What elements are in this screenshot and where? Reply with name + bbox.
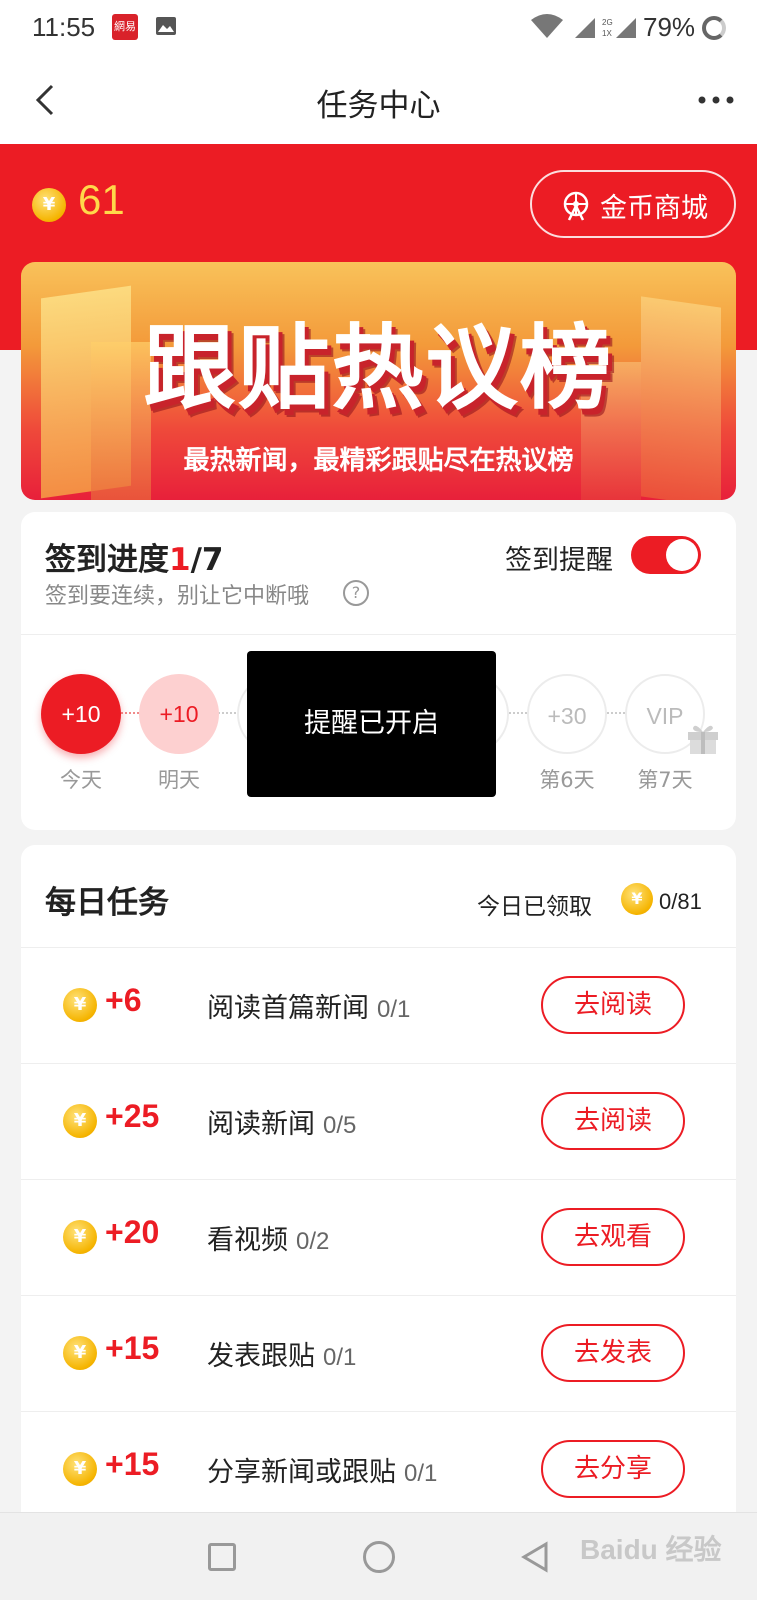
task-name: 阅读首篇新闻 0/1 — [207, 986, 410, 1025]
battery-icon — [702, 16, 726, 40]
daily-tasks-card: 每日任务 今日已领取 ¥ 0/81 ¥ +6 阅读首篇新闻 0/1 去阅读 ¥ +… — [21, 845, 736, 1545]
signin-progress-title: 签到进度1/7 — [45, 534, 223, 579]
progress-connector — [509, 712, 527, 714]
battery-percent: 79% — [643, 12, 696, 42]
banner-subtitle: 最热新闻，最精彩跟贴尽在热议榜 — [183, 446, 574, 476]
svg-text:2G: 2G — [602, 18, 613, 27]
coin-icon: ¥ — [63, 1104, 97, 1138]
status-time: 11:55 — [32, 12, 96, 42]
recent-apps-icon[interactable] — [208, 1543, 236, 1571]
signal-2g-icon: 2G1X — [602, 18, 636, 38]
progress-connector — [218, 712, 236, 714]
progress-connector — [607, 712, 625, 714]
coin-balance: 61 — [78, 176, 125, 223]
day-label: 第7天 — [637, 768, 693, 792]
task-progress: 0/2 — [296, 1228, 330, 1255]
task-row: ¥ +20 看视频 0/2 去观看 — [21, 1179, 736, 1295]
task-progress: 0/1 — [404, 1460, 438, 1487]
post-comment-button[interactable]: 去发表 — [541, 1324, 685, 1382]
received-today-label: 今日已领取 — [477, 894, 592, 920]
daily-tasks-title: 每日任务 — [45, 885, 169, 921]
task-reward: +15 — [105, 1330, 160, 1366]
task-row: ¥ +25 阅读新闻 0/5 去阅读 — [21, 1063, 736, 1179]
task-name-text: 看视频 — [207, 1225, 288, 1256]
nav-bar: 任务中心 — [0, 56, 757, 144]
share-button[interactable]: 去分享 — [541, 1440, 685, 1498]
task-row: ¥ +6 阅读首篇新闻 0/1 去阅读 — [21, 947, 736, 1063]
more-options-icon[interactable] — [696, 94, 736, 106]
hot-comments-banner[interactable]: 跟贴热议榜 最热新闻，最精彩跟贴尽在热议榜 — [21, 262, 736, 500]
task-name-text: 发表跟贴 — [207, 1341, 315, 1372]
read-first-news-button[interactable]: 去阅读 — [541, 976, 685, 1034]
wifi-icon — [531, 14, 563, 38]
image-notification-icon — [156, 17, 176, 35]
day-reward: +10 — [41, 674, 121, 754]
task-row: ¥ +15 分享新闻或跟贴 0/1 去分享 — [21, 1411, 736, 1527]
task-row: ¥ +15 发表跟贴 0/1 去发表 — [21, 1295, 736, 1411]
signin-title-label: 签到进度 — [45, 542, 169, 578]
coin-icon: ¥ — [621, 883, 653, 915]
day-reward: +10 — [139, 674, 219, 754]
day-label: 第6天 — [539, 768, 595, 792]
netease-app-icon: 網易 — [112, 14, 138, 40]
coin-mall-button[interactable]: 金币商城 — [530, 170, 736, 238]
coin-icon: ¥ — [63, 1336, 97, 1370]
toggle-knob — [666, 539, 698, 571]
baidu-watermark: Baidu 经验 — [580, 1534, 722, 1565]
task-reward: +15 — [105, 1446, 160, 1482]
day-label: 今天 — [60, 768, 102, 792]
task-name-text: 分享新闻或跟贴 — [207, 1457, 396, 1488]
coin-icon: ¥ — [63, 1452, 97, 1486]
task-progress: 0/1 — [323, 1344, 357, 1371]
divider — [21, 634, 736, 635]
signal-icon — [575, 18, 595, 38]
banner-title: 跟贴热议榜 — [143, 315, 614, 422]
task-name: 看视频 0/2 — [207, 1218, 329, 1257]
help-icon[interactable]: ? — [343, 580, 369, 606]
ferris-wheel-icon — [563, 191, 589, 221]
task-reward: +25 — [105, 1098, 160, 1134]
received-today-count: 0/81 — [659, 889, 702, 914]
coin-mall-label: 金币商城 — [600, 193, 708, 224]
signin-day-6: +30 第6天 — [527, 674, 607, 794]
read-news-button[interactable]: 去阅读 — [541, 1092, 685, 1150]
task-name: 阅读新闻 0/5 — [207, 1102, 356, 1141]
home-icon[interactable] — [363, 1541, 395, 1573]
coin-icon: ¥ — [63, 988, 97, 1022]
task-reward: +20 — [105, 1214, 160, 1250]
task-reward: +6 — [105, 982, 142, 1018]
status-bar: 11:55 網易 2G 1X 79% — [0, 0, 757, 56]
signin-current-day: 1 — [169, 542, 191, 578]
gift-icon — [688, 725, 718, 754]
signin-reminder-label: 签到提醒 — [505, 545, 613, 576]
task-name: 发表跟贴 0/1 — [207, 1334, 356, 1373]
page-title: 任务中心 — [316, 88, 441, 124]
task-name-text: 阅读新闻 — [207, 1109, 315, 1140]
task-name-text: 阅读首篇新闻 — [207, 993, 369, 1024]
back-triangle-icon[interactable] — [520, 1541, 550, 1573]
signin-hint: 签到要连续，别让它中断哦 — [45, 584, 310, 609]
svg-text:1X: 1X — [602, 29, 612, 38]
coin-icon: ¥ — [32, 188, 66, 222]
progress-connector — [121, 712, 139, 714]
task-name: 分享新闻或跟贴 0/1 — [207, 1450, 437, 1489]
signin-day-tomorrow: +10 明天 — [139, 674, 219, 794]
signin-day-today: +10 今天 — [41, 674, 121, 794]
watch-video-button[interactable]: 去观看 — [541, 1208, 685, 1266]
signin-total-days: /7 — [190, 542, 224, 578]
reminder-enabled-toast: 提醒已开启 — [247, 651, 496, 797]
day-reward: +30 — [527, 674, 607, 754]
task-progress: 0/5 — [323, 1112, 357, 1139]
task-progress: 0/1 — [377, 996, 411, 1023]
coin-icon: ¥ — [63, 1220, 97, 1254]
day-label: 明天 — [158, 768, 200, 792]
signin-reminder-toggle[interactable] — [631, 536, 701, 574]
